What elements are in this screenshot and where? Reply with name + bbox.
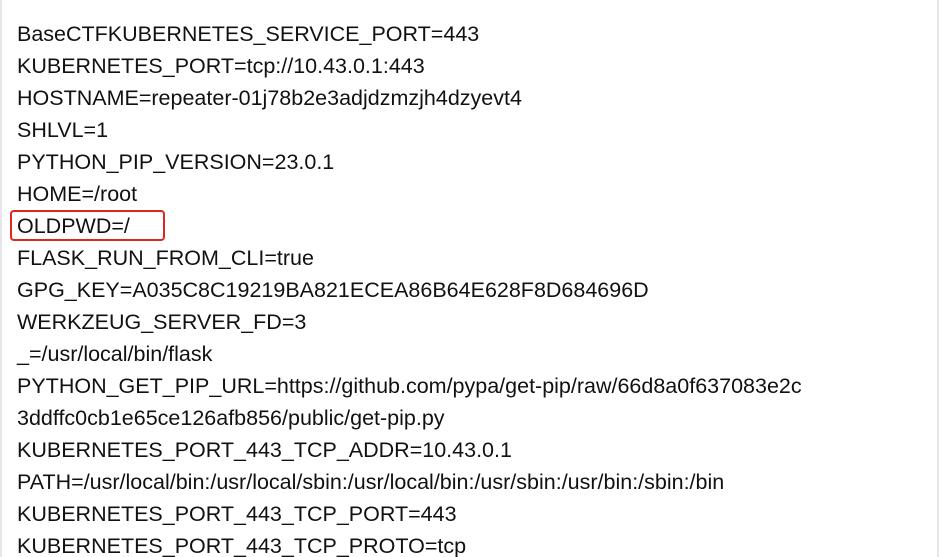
env-line-kubernetes-service-port: BaseCTFKUBERNETES_SERVICE_PORT=443 bbox=[17, 22, 480, 46]
env-line-python-get-pip-url: PYTHON_GET_PIP_URL=https://github.com/py… bbox=[17, 374, 802, 398]
env-line-oldpwd: OLDPWD=/ bbox=[17, 214, 130, 238]
env-line-shlvl: SHLVL=1 bbox=[17, 118, 109, 142]
env-line-werkzeug-server-fd: WERKZEUG_SERVER_FD=3 bbox=[17, 310, 307, 334]
env-line-python-pip-version: PYTHON_PIP_VERSION=23.0.1 bbox=[17, 150, 335, 174]
env-line-kubernetes-port-443-tcp-port: KUBERNETES_PORT_443_TCP_PORT=443 bbox=[17, 502, 457, 526]
env-line-python-get-pip-url-continued: 3ddffc0cb1e65ce126afb856/public/get-pip.… bbox=[17, 406, 445, 430]
env-line-flask-run-from-cli: FLASK_RUN_FROM_CLI=true bbox=[17, 246, 314, 270]
env-line-kubernetes-port-443-tcp-addr: KUBERNETES_PORT_443_TCP_ADDR=10.43.0.1 bbox=[17, 438, 512, 462]
env-line-hostname: HOSTNAME=repeater-01j78b2e3adjdzmzjh4dzy… bbox=[17, 86, 522, 110]
left-border bbox=[0, 0, 2, 557]
env-line-kubernetes-port-443-tcp-proto: KUBERNETES_PORT_443_TCP_PROTO=tcp bbox=[17, 534, 467, 557]
env-line-kubernetes-port: KUBERNETES_PORT=tcp://10.43.0.1:443 bbox=[17, 54, 425, 78]
env-line-underscore: _=/usr/local/bin/flask bbox=[17, 342, 213, 366]
environment-variables-output: BaseCTFKUBERNETES_SERVICE_PORT=443 KUBER… bbox=[17, 18, 802, 557]
env-line-path: PATH=/usr/local/bin:/usr/local/sbin:/usr… bbox=[17, 470, 725, 494]
env-line-gpg-key: GPG_KEY=A035C8C19219BA821ECEA86B64E628F8… bbox=[17, 278, 649, 302]
page-output-frame: BaseCTFKUBERNETES_SERVICE_PORT=443 KUBER… bbox=[0, 0, 939, 557]
env-line-home: HOME=/root bbox=[17, 182, 138, 206]
